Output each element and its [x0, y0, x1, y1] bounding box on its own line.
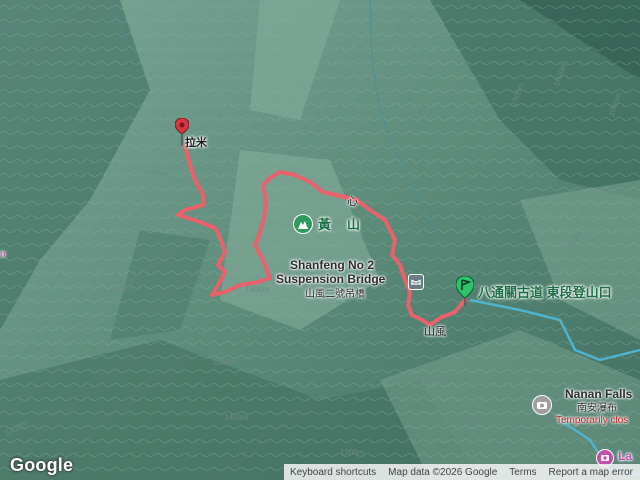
google-logo: Google [10, 455, 74, 475]
contour-label: 1600m [245, 285, 270, 294]
contour-label: 1200m [143, 170, 168, 179]
map-canvas[interactable]: 1400m 1200m 1600m 1200m 1000m 1600m 1400… [0, 0, 640, 480]
contour-label: 1200m [212, 358, 237, 367]
bridge-label-zh: 山風二號吊橋 [305, 289, 365, 300]
map-data-text: Map data ©2026 Google [388, 466, 498, 478]
start-label: 拉米 [185, 137, 207, 149]
falls-status: Temporarily clos [556, 415, 629, 426]
mountain-poi-icon[interactable] [293, 214, 313, 234]
contour-label: 1000m [425, 376, 450, 385]
terms-link[interactable]: Terms [503, 467, 542, 478]
contour-label: 1600m [108, 285, 133, 294]
contour-label: 1200m [340, 448, 365, 457]
corner-label: La [618, 449, 633, 463]
bridge-label-en-1: Shanfeng No 2 [290, 258, 375, 272]
bridge-label-en-2: Suspension Bridge [276, 272, 386, 286]
bridge-icon[interactable] [408, 274, 424, 290]
map-footer: Keyboard shortcuts Map data ©2026 Google… [284, 464, 640, 480]
contour-label: 1200m [460, 418, 485, 427]
keyboard-shortcuts-link[interactable]: Keyboard shortcuts [284, 467, 382, 478]
peak-name-label-2: 山 [347, 217, 361, 232]
shanfeng-label: 山風 [424, 326, 446, 338]
waterfall-poi-icon[interactable] [532, 395, 552, 415]
pass-label: 心 [347, 196, 358, 208]
trailhead-label: 八通關古道 東段登山口 [478, 285, 612, 300]
falls-label-en: Nanan Falls [565, 387, 633, 401]
report-error-link[interactable]: Report a map error [543, 467, 639, 478]
left-edge-label: n [0, 249, 6, 260]
contour-label: 1400m [224, 413, 249, 422]
peak-name-label: 黃 [318, 217, 332, 232]
green-flag-pin-icon[interactable] [455, 275, 475, 306]
